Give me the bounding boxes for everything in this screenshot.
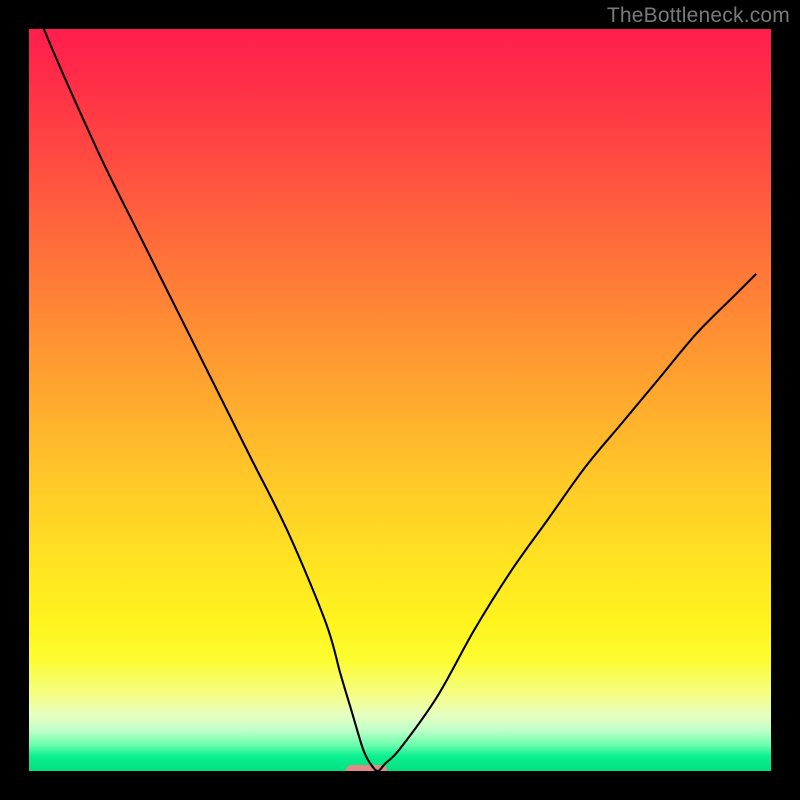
plot-area [29,29,771,771]
image-frame: TheBottleneck.com [0,0,800,800]
bottleneck-curve [29,29,771,771]
curve-path [44,29,756,771]
watermark-text: TheBottleneck.com [607,4,790,28]
